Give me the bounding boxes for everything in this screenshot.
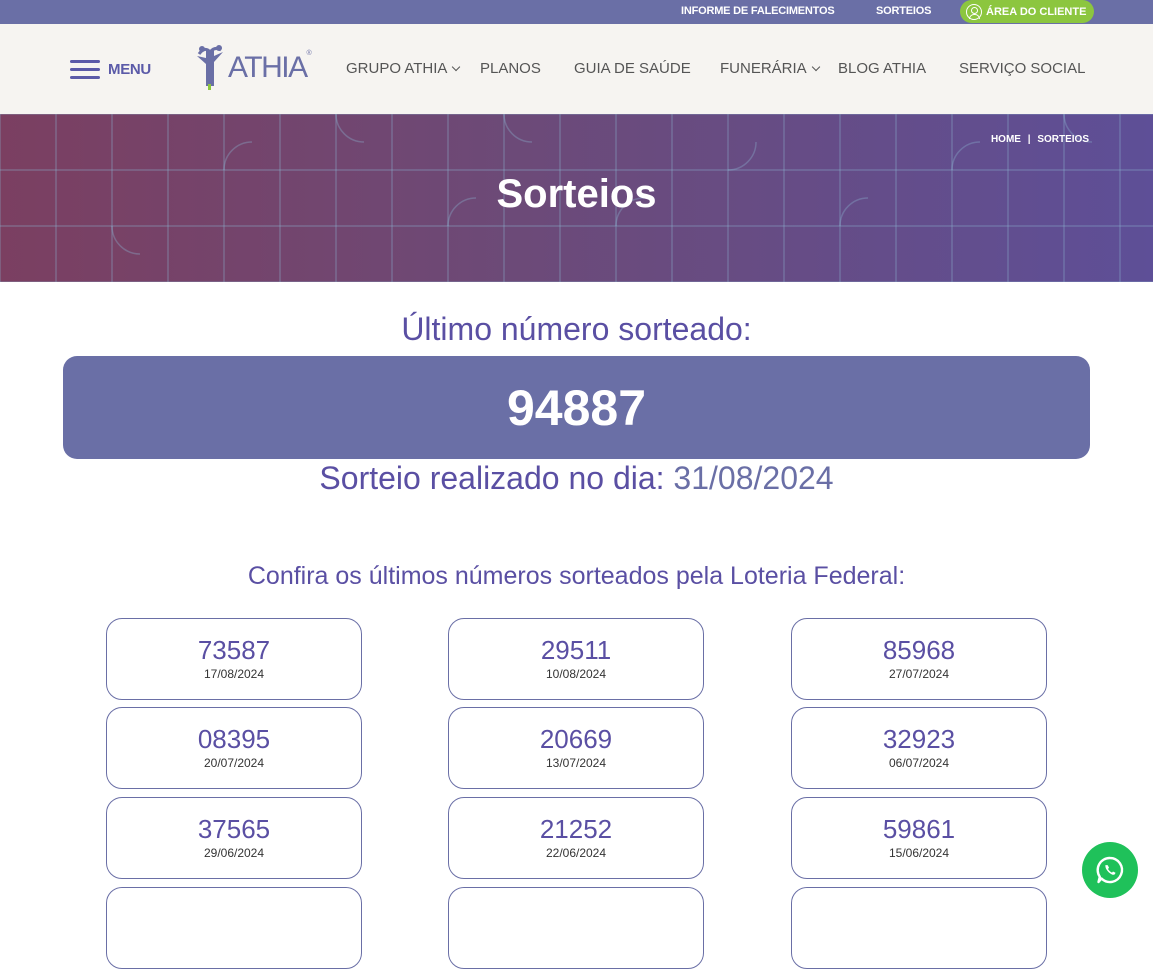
nav-item-label: BLOG ATHIA: [838, 60, 927, 77]
draw-number: 85968: [882, 635, 956, 665]
last-number-box: 94887: [63, 356, 1090, 459]
draw-date: 10/08/2024: [545, 667, 607, 681]
draw-card: 21252 22/06/2024: [448, 797, 704, 879]
draw-date: 29/06/2024: [203, 846, 265, 860]
sorteio-date-line: Sorteio realizado no dia: 31/08/2024: [0, 460, 1153, 497]
area-cliente-label: ÁREA DO CLIENTE: [986, 5, 1087, 18]
draw-card-partial: [791, 887, 1047, 969]
athia-logo[interactable]: ATHIA ®: [195, 44, 312, 90]
chevron-down-icon: [452, 62, 461, 71]
draw-date: 27/07/2024: [888, 667, 950, 681]
nav-item-servico-social[interactable]: SERVIÇO SOCIAL: [959, 60, 1085, 77]
draw-number: 21252: [539, 814, 613, 844]
breadcrumb: HOME | SORTEIOS: [991, 134, 1089, 145]
draw-card-partial: [448, 887, 704, 969]
draw-date: 20/07/2024: [203, 756, 265, 770]
draw-date: 13/07/2024: [545, 756, 607, 770]
nav-item-blog-athia[interactable]: BLOG ATHIA: [838, 60, 926, 77]
draw-card: 20669 13/07/2024: [448, 707, 704, 789]
nav-item-guia-de-saude[interactable]: GUIA DE SAÚDE: [574, 60, 691, 77]
draw-card: 59861 15/06/2024: [791, 797, 1047, 879]
sorteio-date-prefix: Sorteio realizado no dia:: [319, 460, 665, 496]
whatsapp-icon: [1096, 856, 1124, 884]
sorteio-date: 31/08/2024: [673, 460, 834, 496]
draw-card: 85968 27/07/2024: [791, 618, 1047, 700]
area-cliente-button[interactable]: ÁREA DO CLIENTE: [960, 0, 1094, 23]
draw-card: 32923 06/07/2024: [791, 707, 1047, 789]
logo-registered: ®: [306, 50, 312, 57]
breadcrumb-separator: |: [1027, 134, 1031, 145]
menu-button[interactable]: MENU: [70, 60, 151, 79]
logo-mark-icon: [195, 44, 225, 90]
draw-number: 73587: [197, 635, 271, 665]
chevron-down-icon: [811, 62, 820, 71]
previous-draws-heading: Confira os últimos números sorteados pel…: [247, 562, 906, 590]
draw-number: 59861: [882, 814, 956, 844]
draw-card: 37565 29/06/2024: [106, 797, 362, 879]
main-navbar: MENU ATHIA ® GRUPO ATHIA PLANOS GUIA DE …: [0, 24, 1153, 114]
draw-card: 73587 17/08/2024: [106, 618, 362, 700]
breadcrumb-current: SORTEIOS: [1037, 134, 1089, 145]
draw-card-partial: [106, 887, 362, 969]
user-icon: [966, 3, 982, 20]
breadcrumb-home[interactable]: HOME: [991, 134, 1021, 145]
draw-number: 29511: [540, 635, 612, 665]
nav-item-label: FUNERÁRIA: [720, 60, 807, 77]
hamburger-icon: [70, 60, 100, 79]
nav-item-label: SERVIÇO SOCIAL: [959, 60, 1086, 77]
nav-item-label: GUIA DE SAÚDE: [574, 60, 691, 77]
last-number: 94887: [506, 379, 647, 436]
top-bar: INFORME DE FALECIMENTOS SORTEIOS ÁREA DO…: [0, 0, 1153, 24]
menu-label: MENU: [108, 60, 151, 78]
draw-card: 08395 20/07/2024: [106, 707, 362, 789]
hero-banner: HOME | SORTEIOS Sorteios: [0, 114, 1153, 282]
informe-falecimentos-link[interactable]: INFORME DE FALECIMENTOS: [681, 5, 835, 17]
whatsapp-button[interactable]: [1082, 842, 1138, 898]
page-title: Sorteios: [496, 172, 657, 216]
logo-text: ATHIA: [228, 51, 308, 84]
nav-item-planos[interactable]: PLANOS: [480, 60, 541, 77]
nav-item-label: GRUPO ATHIA: [346, 60, 448, 77]
draw-date: 15/06/2024: [888, 846, 950, 860]
draw-date: 17/08/2024: [203, 667, 265, 681]
draw-number: 08395: [197, 724, 271, 754]
draw-date: 22/06/2024: [545, 846, 607, 860]
nav-item-label: PLANOS: [480, 60, 541, 77]
draw-number: 32923: [882, 724, 956, 754]
sorteios-link[interactable]: SORTEIOS: [876, 5, 931, 17]
draw-date: 06/07/2024: [888, 756, 950, 770]
nav-item-grupo-athia[interactable]: GRUPO ATHIA: [346, 60, 461, 77]
draw-number: 37565: [197, 814, 271, 844]
nav-item-funeraria[interactable]: FUNERÁRIA: [720, 60, 820, 77]
draw-number: 20669: [539, 724, 613, 754]
draw-card: 29511 10/08/2024: [448, 618, 704, 700]
last-number-label: Último número sorteado:: [401, 311, 752, 347]
